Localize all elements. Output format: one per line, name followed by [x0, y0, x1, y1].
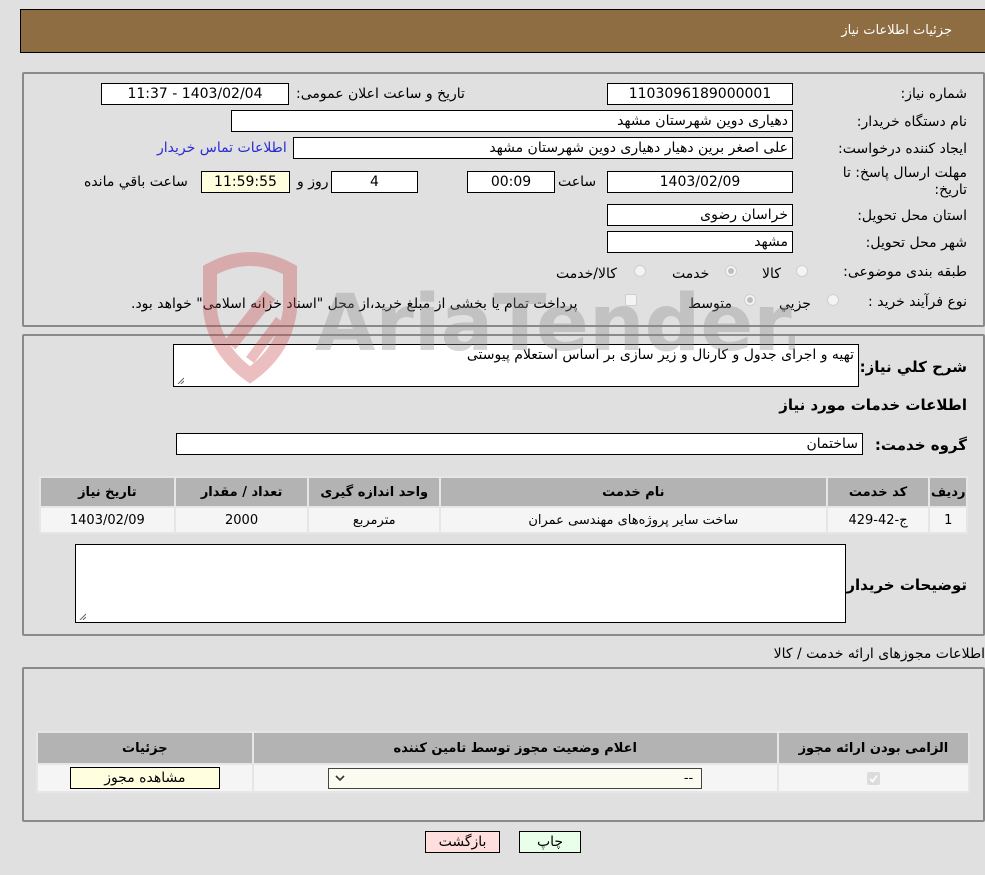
days-remaining-field[interactable]: 4 — [331, 171, 418, 193]
buyer-org-label: نام دستگاه خریدار: — [856, 114, 967, 130]
check-icon — [869, 774, 878, 783]
category-option-service: خدمت — [672, 266, 710, 282]
services-section-title: اطلاعات خدمات مورد نیاز — [779, 396, 967, 414]
city-field[interactable]: مشهد — [607, 231, 793, 253]
service-group-label: گروه خدمت: — [874, 436, 967, 454]
description-textarea[interactable]: تهیه و اجرای جدول و کارنال و زیر سازی بر… — [173, 344, 859, 387]
deadline-time-field[interactable]: 00:09 — [467, 171, 555, 193]
buyer-notes-label: توضیحات خریدار: — [840, 576, 967, 594]
table-row: -- مشاهده مجوز — [36, 763, 971, 793]
services-table-header: ردیف کد خدمت نام خدمت واحد اندازه گیری ت… — [39, 476, 968, 508]
services-table: ردیف کد خدمت نام خدمت واحد اندازه گیری ت… — [39, 476, 968, 534]
chevron-down-icon — [335, 774, 345, 781]
days-label: روز و — [297, 174, 329, 190]
category-radio-goods-service[interactable] — [634, 265, 646, 277]
service-group-field[interactable]: ساختمان — [176, 433, 863, 455]
province-label: استان محل تحویل: — [857, 208, 967, 224]
view-permit-button[interactable]: مشاهده مجوز — [69, 767, 220, 789]
col-service-name: نام خدمت — [439, 476, 828, 508]
need-number-label: شماره نیاز: — [900, 86, 968, 102]
print-button[interactable]: چاپ — [519, 831, 581, 853]
permit-required-checkbox[interactable] — [866, 771, 880, 785]
permits-section-title: اطلاعات مجوزهای ارائه خدمت / کالا — [773, 646, 985, 662]
col-permit-details: جزئیات — [36, 731, 254, 765]
cell-need-date: 1403/02/09 — [39, 506, 176, 534]
cell-permit-details: مشاهده مجوز — [36, 763, 254, 793]
page-header: جزئیات اطلاعات نیاز — [20, 9, 985, 53]
deadline-time-label: ساعت — [558, 174, 597, 190]
table-row: 1 ج-42-429 ساخت سایر پروژه‌های مهندسی عم… — [39, 506, 968, 534]
category-label: طبقه بندی موضوعی: — [843, 264, 967, 280]
deadline-date-field[interactable]: 1403/02/09 — [607, 171, 793, 193]
col-permit-status: اعلام وضعیت مجوز توسط تامین کننده — [251, 731, 779, 765]
description-text: تهیه و اجرای جدول و کارنال و زیر سازی بر… — [466, 347, 854, 363]
treasury-checkbox[interactable] — [625, 294, 637, 306]
cell-permit-status: -- — [251, 763, 779, 793]
col-permit-required: الزامی بودن ارائه مجوز — [776, 731, 971, 765]
remaining-time-label: ساعت باقي مانده — [84, 174, 188, 190]
description-label: شرح کلي نیاز: — [859, 358, 967, 376]
col-service-code: کد خدمت — [825, 476, 931, 508]
province-field[interactable]: خراسان رضوی — [607, 204, 793, 226]
back-button[interactable]: بازگشت — [425, 831, 500, 853]
cell-row-number: 1 — [928, 506, 968, 534]
col-row-number: ردیف — [928, 476, 968, 508]
page-title: جزئیات اطلاعات نیاز — [841, 23, 952, 38]
need-number-field[interactable]: 1103096189000001 — [607, 83, 793, 105]
process-label: نوع فرآیند خرید : — [868, 294, 967, 310]
cell-service-code: ج-42-429 — [825, 506, 931, 534]
buyer-org-field[interactable]: دهیاری دوین شهرستان مشهد — [231, 110, 793, 132]
category-radio-service[interactable] — [725, 265, 737, 277]
creator-label: ایجاد کننده درخواست: — [838, 141, 967, 157]
col-quantity: تعداد / مقدار — [173, 476, 310, 508]
remaining-time-field[interactable]: 11:59:55 — [201, 171, 290, 193]
deadline-label: مهلت ارسال پاسخ: تا تاریخ: — [842, 165, 967, 198]
resize-handle-icon[interactable] — [78, 612, 86, 620]
cell-service-name: ساخت سایر پروژه‌های مهندسی عمران — [439, 506, 828, 534]
buyer-contact-link[interactable]: اطلاعات تماس خریدار — [157, 140, 287, 156]
resize-handle-icon[interactable] — [176, 376, 184, 384]
process-radio-medium[interactable] — [744, 294, 756, 306]
treasury-note: پرداخت تمام یا بخشی از مبلغ خرید،از محل … — [131, 296, 578, 312]
col-need-date: تاریخ نیاز — [39, 476, 176, 508]
category-radio-goods[interactable] — [796, 265, 808, 277]
announce-date-label: تاریخ و ساعت اعلان عمومی: — [296, 86, 465, 102]
process-option-medium: متوسط — [688, 296, 732, 312]
category-option-goods: کالا — [762, 266, 781, 282]
permit-status-value: -- — [683, 770, 694, 786]
category-option-goods-service: کالا/خدمت — [556, 266, 617, 282]
process-radio-minor[interactable] — [827, 294, 839, 306]
permits-table: الزامی بودن ارائه مجوز اعلام وضعیت مجوز … — [36, 731, 971, 793]
buyer-notes-textarea[interactable] — [75, 544, 846, 623]
process-option-minor: جزيي — [779, 296, 811, 312]
cell-quantity: 2000 — [173, 506, 310, 534]
cell-unit: مترمربع — [307, 506, 442, 534]
col-unit: واحد اندازه گیری — [307, 476, 442, 508]
permits-table-header: الزامی بودن ارائه مجوز اعلام وضعیت مجوز … — [36, 731, 971, 765]
permit-status-select[interactable]: -- — [328, 767, 703, 789]
cell-permit-required — [776, 763, 971, 793]
city-label: شهر محل تحویل: — [865, 235, 967, 251]
announce-date-field[interactable]: 1403/02/04 - 11:37 — [101, 83, 289, 105]
creator-field[interactable]: علی اصغر برین دهیار دهیاری دوین شهرستان … — [293, 137, 793, 159]
